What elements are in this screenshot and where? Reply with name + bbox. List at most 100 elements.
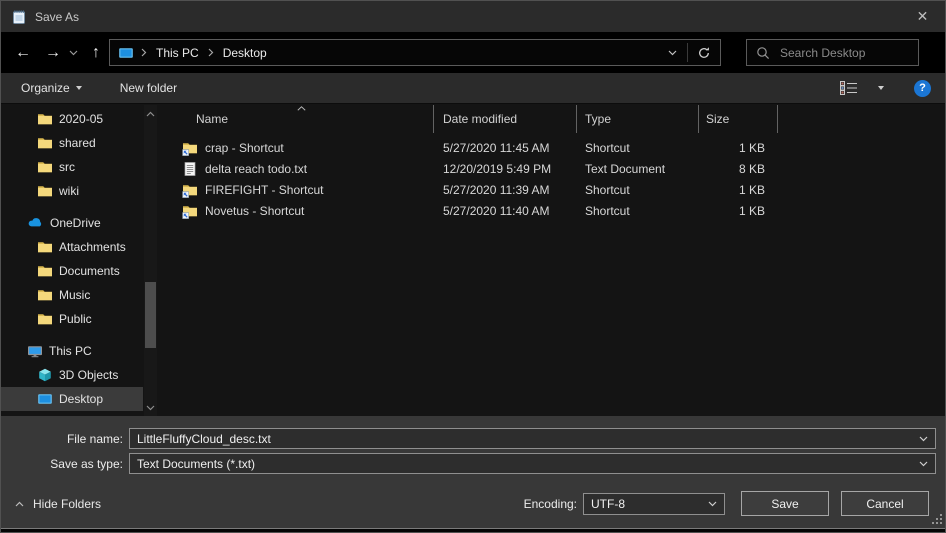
desktop-icon bbox=[37, 391, 53, 407]
chevron-down-icon[interactable] bbox=[919, 436, 928, 442]
sidebar: 2020-05sharedsrcwikiOneDriveAttachmentsD… bbox=[1, 107, 143, 416]
folder-icon bbox=[37, 135, 53, 151]
refresh-icon bbox=[697, 46, 711, 60]
sidebar-scrollbar[interactable] bbox=[144, 105, 157, 416]
shortcut-folder-icon bbox=[182, 203, 198, 219]
search-input[interactable] bbox=[778, 40, 937, 65]
close-button[interactable]: ✕ bbox=[900, 1, 945, 32]
recent-locations-button[interactable] bbox=[65, 32, 81, 73]
organize-label: Organize bbox=[21, 81, 70, 95]
chevron-down-icon bbox=[878, 86, 884, 90]
search-box bbox=[746, 39, 919, 66]
content-area: 2020-05sharedsrcwikiOneDriveAttachmentsD… bbox=[1, 105, 945, 416]
up-icon: ↑ bbox=[92, 44, 100, 62]
help-button[interactable]: ? bbox=[914, 80, 931, 97]
save-button[interactable]: Save bbox=[741, 491, 829, 516]
details-view-icon bbox=[840, 81, 858, 95]
desktop-location-icon bbox=[118, 45, 134, 61]
text-doc-icon bbox=[182, 161, 198, 177]
folder-icon bbox=[37, 111, 53, 127]
chevron-down-icon bbox=[146, 405, 155, 411]
address-dropdown-button[interactable] bbox=[657, 40, 687, 65]
resize-grip-icon[interactable] bbox=[932, 514, 942, 524]
breadcrumb-item-desktop[interactable]: Desktop bbox=[221, 46, 269, 60]
sidebar-item-this-pc[interactable]: This PC bbox=[1, 339, 143, 363]
breadcrumb-item-this-pc[interactable]: This PC bbox=[154, 46, 201, 60]
sidebar-item-2020-05[interactable]: 2020-05 bbox=[1, 107, 143, 131]
sidebar-item-shared[interactable]: shared bbox=[1, 131, 143, 155]
file-row[interactable]: delta reach todo.txt12/20/2019 5:49 PMTe… bbox=[171, 158, 946, 179]
sidebar-item-onedrive[interactable]: OneDrive bbox=[1, 211, 143, 235]
organize-button[interactable]: Organize bbox=[11, 73, 92, 103]
save-as-dialog: Save As ✕ ← → ↑ This PC Desktop bbox=[0, 0, 946, 533]
sidebar-item-public[interactable]: Public bbox=[1, 307, 143, 331]
forward-icon: → bbox=[45, 44, 61, 62]
notepad-icon bbox=[11, 9, 27, 25]
back-icon: ← bbox=[15, 44, 31, 62]
column-header-type[interactable]: Type bbox=[577, 105, 699, 133]
folder-icon bbox=[37, 239, 53, 255]
chevron-right-icon bbox=[208, 48, 214, 57]
title-bar: Save As ✕ bbox=[1, 1, 945, 32]
help-icon: ? bbox=[919, 82, 926, 94]
column-header-size[interactable]: Size bbox=[699, 105, 778, 133]
view-options-button[interactable] bbox=[864, 73, 892, 103]
encoding-label: Encoding: bbox=[471, 497, 577, 511]
folder-icon bbox=[37, 287, 53, 303]
new-folder-button[interactable]: New folder bbox=[110, 73, 187, 103]
sidebar-item-attachments[interactable]: Attachments bbox=[1, 235, 143, 259]
scrollbar-thumb[interactable] bbox=[145, 282, 156, 348]
folder-icon bbox=[37, 311, 53, 327]
file-list: Name Date modified Type Size crap - Shor… bbox=[171, 105, 946, 416]
footer-bar: Hide Folders Encoding: UTF-8 Save Cancel bbox=[1, 481, 945, 528]
close-icon: ✕ bbox=[917, 8, 929, 25]
new-folder-label: New folder bbox=[120, 81, 177, 95]
chevron-right-icon bbox=[141, 48, 147, 57]
change-view-button[interactable] bbox=[834, 73, 864, 103]
refresh-button[interactable] bbox=[688, 40, 720, 65]
file-name-label: File name: bbox=[1, 432, 123, 446]
file-row[interactable]: Novetus - Shortcut5/27/2020 11:40 AMShor… bbox=[171, 200, 946, 221]
chevron-up-icon bbox=[146, 111, 155, 117]
shortcut-folder-icon bbox=[182, 182, 198, 198]
hide-folders-label: Hide Folders bbox=[33, 497, 101, 511]
sidebar-item-music[interactable]: Music bbox=[1, 283, 143, 307]
sidebar-item-3d-objects[interactable]: 3D Objects bbox=[1, 363, 143, 387]
up-button[interactable]: ↑ bbox=[83, 32, 109, 73]
hide-folders-button[interactable]: Hide Folders bbox=[15, 497, 101, 511]
address-bar[interactable]: This PC Desktop bbox=[109, 39, 721, 66]
back-button[interactable]: ← bbox=[9, 32, 37, 73]
sidebar-item-src[interactable]: src bbox=[1, 155, 143, 179]
folder-icon bbox=[37, 183, 53, 199]
column-header-date-modified[interactable]: Date modified bbox=[434, 105, 577, 133]
cloud-icon bbox=[27, 215, 44, 231]
window-title: Save As bbox=[35, 10, 79, 24]
search-icon bbox=[756, 46, 770, 60]
sidebar-item-wiki[interactable]: wiki bbox=[1, 179, 143, 203]
scroll-down-button[interactable] bbox=[144, 401, 157, 414]
forward-button[interactable]: → bbox=[39, 32, 67, 73]
file-name-combo bbox=[129, 428, 936, 449]
file-row[interactable]: crap - Shortcut5/27/2020 11:45 AMShortcu… bbox=[171, 137, 946, 158]
toolbar: Organize New folder ? bbox=[1, 73, 945, 104]
folder-icon bbox=[37, 159, 53, 175]
window-bottom-edge bbox=[1, 528, 945, 533]
sort-ascending-icon bbox=[297, 106, 306, 111]
cube-icon bbox=[37, 367, 53, 383]
sidebar-item-documents[interactable]: Documents bbox=[1, 259, 143, 283]
column-header-filler bbox=[778, 105, 946, 133]
navigation-bar: ← → ↑ This PC Desktop bbox=[1, 32, 945, 73]
file-name-input[interactable] bbox=[130, 429, 935, 448]
chevron-down-icon bbox=[919, 461, 928, 467]
chevron-down-icon bbox=[76, 86, 82, 90]
cancel-button[interactable]: Cancel bbox=[841, 491, 929, 516]
column-header-name[interactable]: Name bbox=[171, 105, 434, 133]
encoding-select[interactable]: UTF-8 bbox=[583, 493, 725, 515]
file-name-panel: File name: Save as type: Text Documents … bbox=[1, 416, 945, 481]
chevron-down-icon bbox=[668, 50, 677, 56]
file-row[interactable]: FIREFIGHT - Shortcut5/27/2020 11:39 AMSh… bbox=[171, 179, 946, 200]
save-as-type-select[interactable]: Text Documents (*.txt) bbox=[129, 453, 936, 474]
file-list-header: Name Date modified Type Size bbox=[171, 105, 946, 133]
scroll-up-button[interactable] bbox=[144, 107, 157, 120]
sidebar-item-desktop[interactable]: Desktop bbox=[1, 387, 143, 411]
